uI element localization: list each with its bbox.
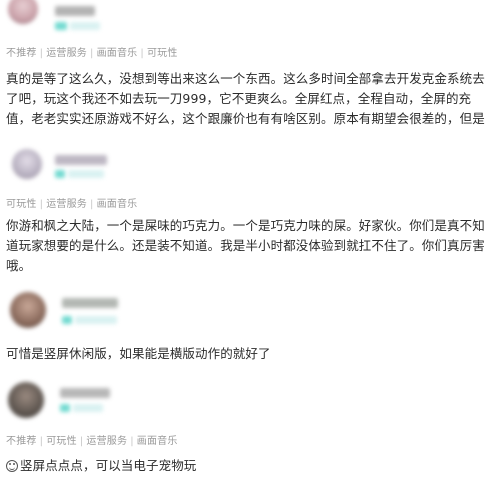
username[interactable] (60, 388, 110, 398)
review-tags: 不推荐 | 可玩性 | 运营服务 | 画面音乐 (6, 436, 178, 447)
avatar[interactable] (8, 0, 38, 24)
username[interactable] (62, 298, 118, 308)
tag: 可玩性 (46, 436, 77, 447)
review-text: 真的是等了这么久，没想到等出来这么一个东西。这么多时间全部拿去开发克金系统去了吧… (6, 71, 485, 126)
tag: 可玩性 (146, 48, 178, 59)
user-badge (60, 404, 70, 412)
avatar[interactable] (8, 382, 44, 418)
user-badge (55, 22, 67, 30)
tag: 运营服务 (46, 199, 87, 210)
review-text: 你游和枫之大陆，一个是屎味的巧克力。一个是巧克力味的屎。好家伙。你们是真不知道玩… (6, 218, 485, 273)
tag: 运营服务 (86, 436, 128, 447)
avatar[interactable] (10, 292, 46, 328)
review-text: 竖屏点点点，可以当电子宠物玩 (6, 456, 496, 476)
tag: 可玩性 (6, 199, 37, 210)
review-tags: 可玩性 | 运营服务 | 画面音乐 (6, 199, 138, 210)
review-text: 可惜是竖屏休闲版，如果能是横版动作的就好了 (6, 346, 271, 361)
user-badge-text (70, 22, 100, 30)
review-tags: 不推荐 | 运营服务 | 画面音乐 | 可玩性 (6, 48, 178, 59)
review-text-content: 竖屏点点点，可以当电子宠物玩 (20, 458, 197, 473)
tag: 画面音乐 (136, 436, 178, 447)
tag: 不推荐 (6, 436, 37, 447)
user-badge-text (73, 404, 103, 412)
user-badge (62, 316, 72, 324)
username[interactable] (55, 155, 107, 165)
username[interactable] (55, 6, 95, 16)
tag: 运营服务 (46, 48, 87, 59)
user-badge-text (75, 316, 117, 324)
user-badge (55, 170, 65, 178)
tag: 画面音乐 (96, 48, 138, 59)
tag: 画面音乐 (96, 199, 138, 210)
user-badge-text (68, 170, 104, 178)
avatar[interactable] (12, 149, 42, 179)
smile-emoji-icon (6, 460, 18, 472)
tag: 不推荐 (6, 48, 37, 59)
